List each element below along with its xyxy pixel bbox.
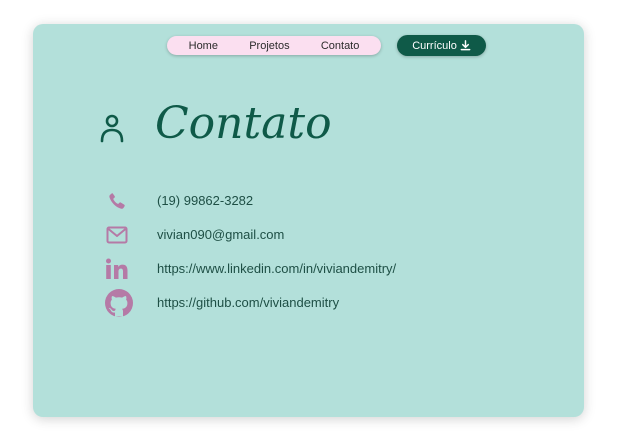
- nav-contato-link[interactable]: Contato: [321, 40, 360, 52]
- mail-icon: [104, 222, 130, 248]
- nav-projetos-link[interactable]: Projetos: [249, 40, 289, 52]
- page-title: Contato: [155, 98, 332, 149]
- person-icon: [100, 113, 124, 148]
- nav-home-link[interactable]: Home: [189, 40, 218, 52]
- curriculo-button[interactable]: Currículo: [397, 35, 486, 56]
- contact-row-github: https://github.com/viviandemitry: [0, 288, 619, 317]
- github-icon: [104, 288, 134, 318]
- top-nav: Home Projetos Contato: [167, 36, 381, 55]
- curriculo-label: Currículo: [412, 39, 457, 52]
- linkedin-text[interactable]: https://www.linkedin.com/in/viviandemitr…: [157, 261, 396, 276]
- contact-row-linkedin: https://www.linkedin.com/in/viviandemitr…: [0, 256, 619, 282]
- phone-icon: [104, 188, 130, 214]
- github-text[interactable]: https://github.com/viviandemitry: [157, 295, 339, 310]
- contact-row-email: vivian090@gmail.com: [0, 222, 619, 248]
- phone-text[interactable]: (19) 99862-3282: [157, 193, 253, 208]
- contact-row-phone: (19) 99862-3282: [0, 188, 619, 214]
- email-text[interactable]: vivian090@gmail.com: [157, 227, 284, 242]
- download-icon: [460, 40, 471, 51]
- content-card: [33, 24, 584, 417]
- linkedin-icon: [104, 256, 130, 282]
